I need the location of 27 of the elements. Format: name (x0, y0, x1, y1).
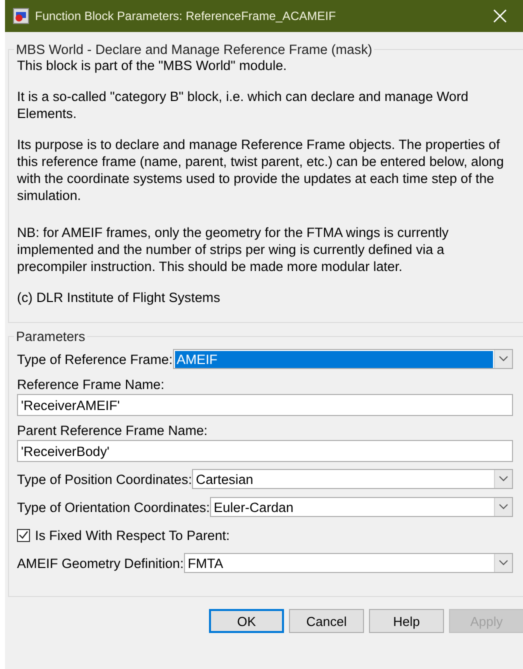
description-text: NB: for AMEIF frames, only the geometry for the FTMA wings is currently implemented and the number of strips per wing is currently defined via a precompiler instruction. This should be made more modular later. (17, 224, 450, 275)
description-text: (c) DLR Institute of Flight Systems (17, 289, 222, 306)
dropdown[interactable]: AMEIF (172, 349, 513, 369)
field-label: Type of Reference Frame: (17, 352, 173, 366)
description-text: Its purpose is to declare and manage Reference Frame objects. The properties of this reference frame (name, parent, twist parent, etc.) can be entered below, along with the coordinate systems used to provide the updates at each time step of the simulation. (17, 136, 505, 204)
checkbox-label: Is Fixed With Respect To Parent: (35, 528, 230, 542)
field-label: Reference Frame Name: (17, 376, 166, 394)
dialog-button[interactable]: OK (209, 609, 284, 633)
close-icon[interactable] (493, 9, 507, 23)
group-title: MBS World - Declare and Manage Reference Frame (mask) (15, 42, 374, 57)
app-icon (13, 8, 29, 24)
field-label: Parent Reference Frame Name: (17, 422, 209, 440)
description-text: It is a so-called "category B" block, i.e. which can declare and manage Word Elements. (17, 88, 470, 122)
dialog-button[interactable]: Cancel (289, 609, 364, 633)
input-field[interactable]: 'ReceiverBody' (17, 440, 513, 462)
checkbox[interactable] (17, 528, 30, 542)
dropdown[interactable]: FMTA (184, 553, 513, 573)
input-field[interactable]: 'ReceiverAMEIF' (17, 394, 513, 416)
window-title: Function Block Parameters: ReferenceFrame_ACAMEIF (35, 9, 337, 23)
dropdown[interactable]: Euler-Cardan (210, 497, 513, 517)
field-label: Type of Orientation Coordinates: (17, 500, 210, 514)
description-text: This block is part of the "MBS World" module. (17, 57, 288, 74)
dialog-button[interactable]: Help (369, 609, 444, 633)
dropdown[interactable]: Cartesian (192, 469, 513, 489)
field-label: AMEIF Geometry Definition: (17, 556, 184, 570)
group-title: Parameters (15, 329, 86, 344)
field-label: Type of Position Coordinates: (17, 472, 192, 486)
